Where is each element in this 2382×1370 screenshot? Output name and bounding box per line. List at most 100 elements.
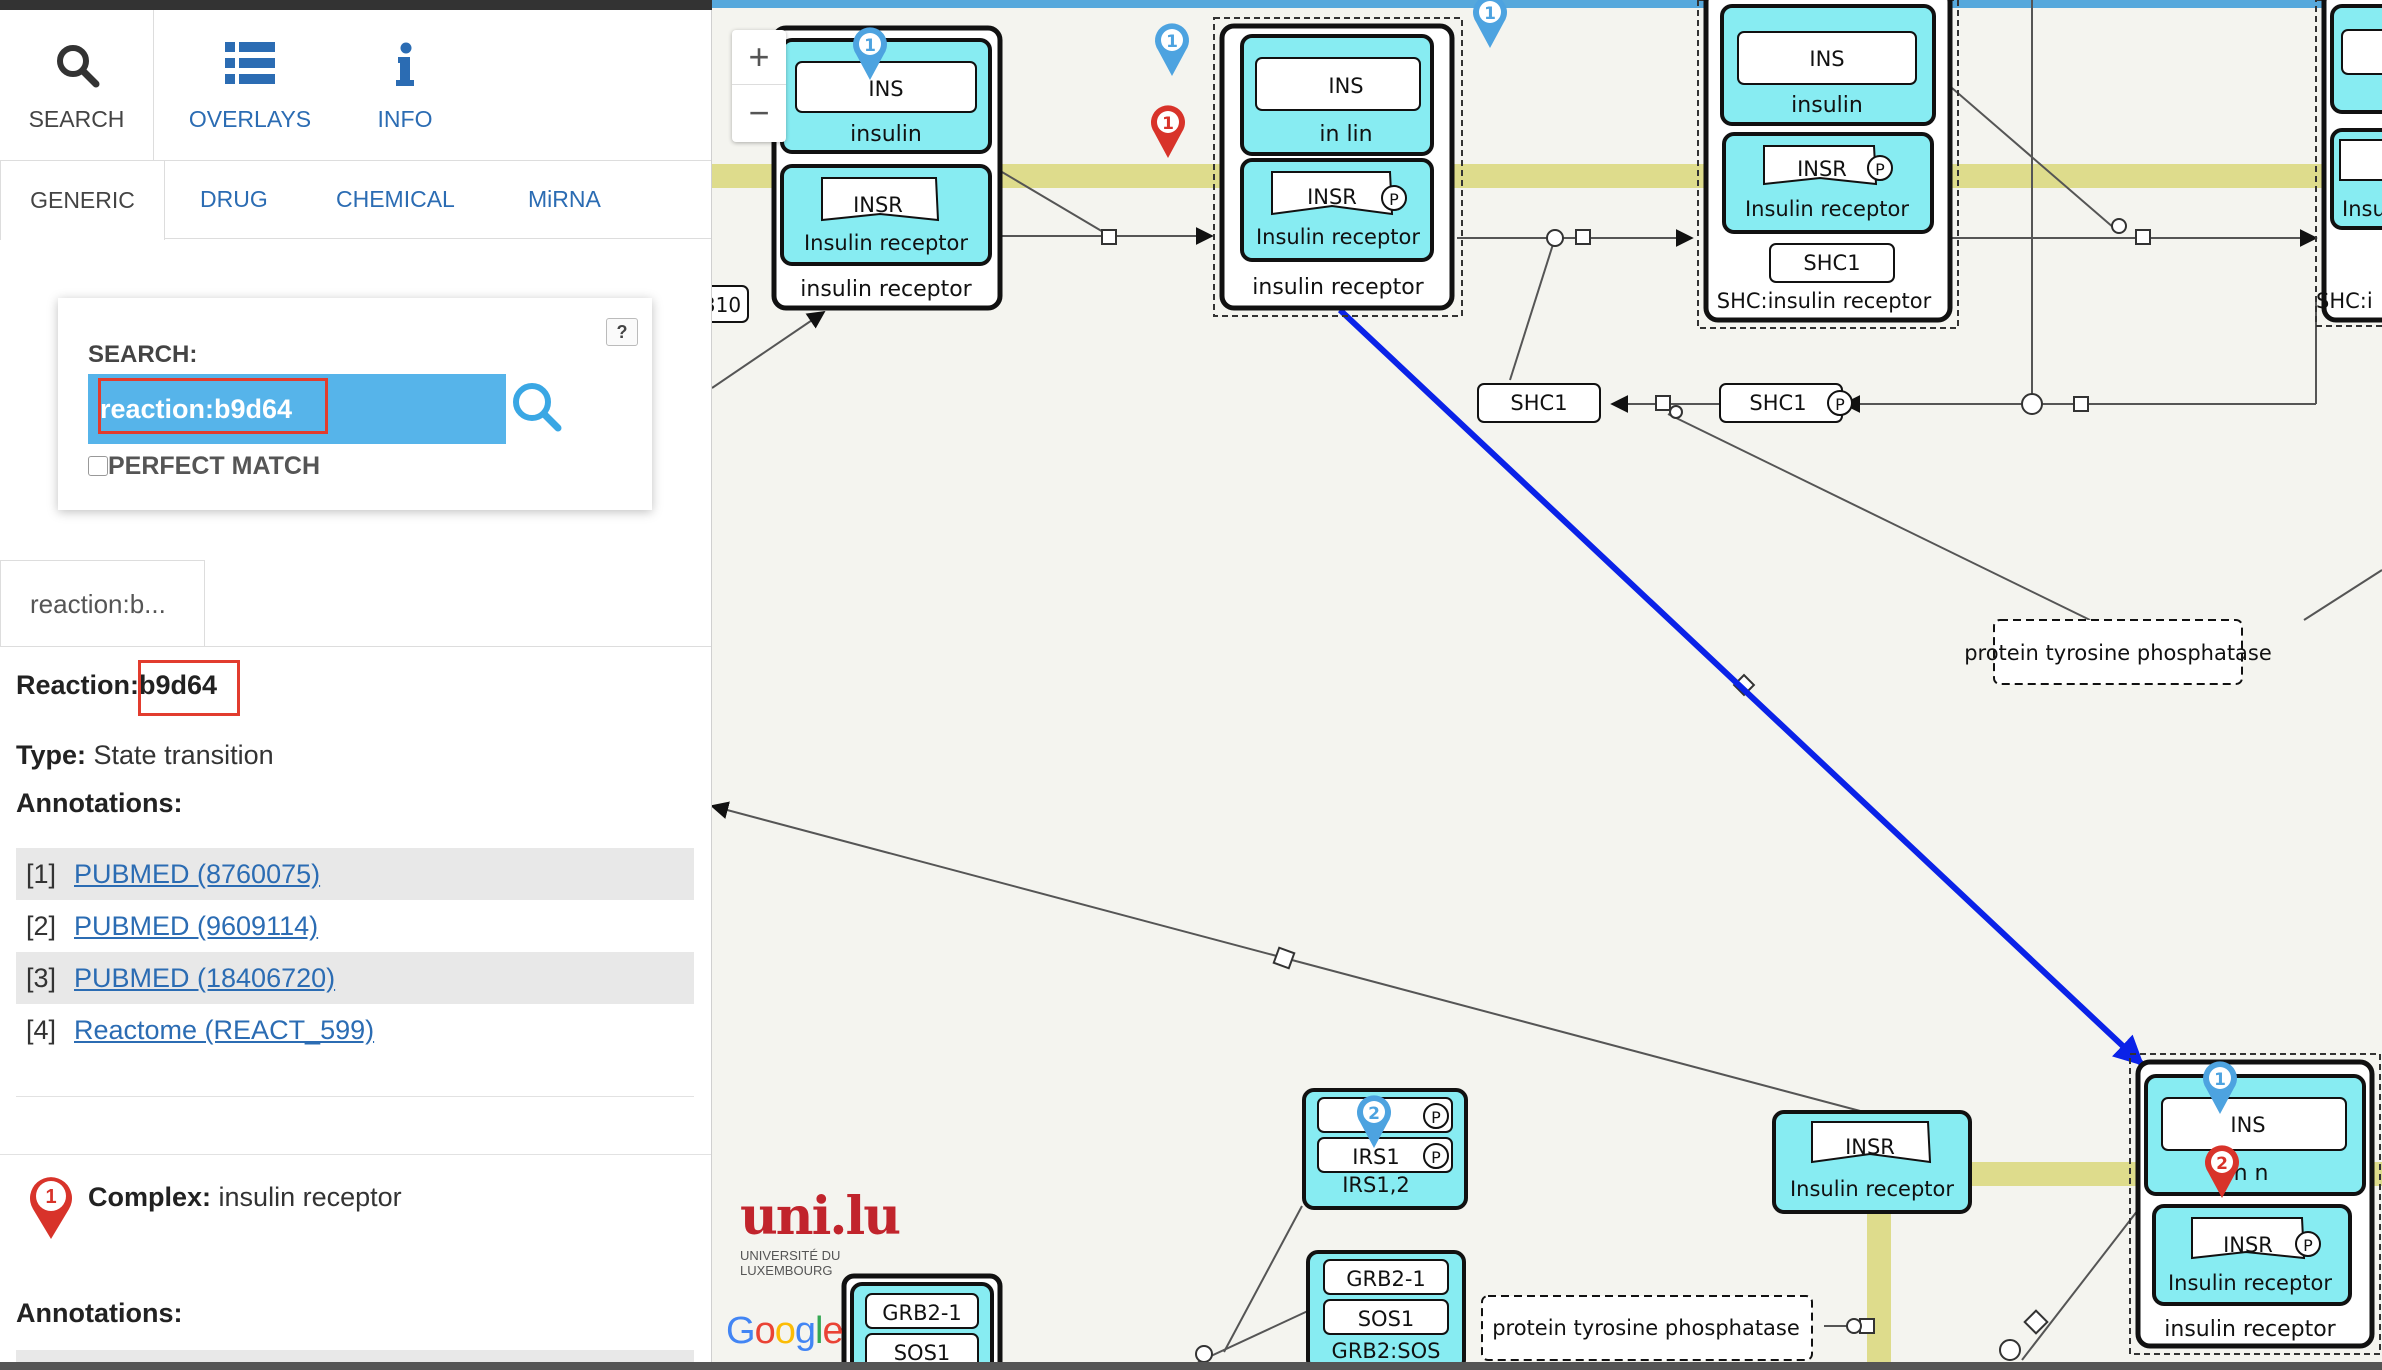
svg-text:IRS1,2: IRS1,2	[1342, 1173, 1410, 1197]
bottom-strip	[0, 1362, 2382, 1370]
node-310[interactable]: 310	[712, 285, 749, 323]
svg-text:SHC1: SHC1	[1803, 251, 1860, 275]
annotation-row: [3] PUBMED (18406720)	[16, 952, 694, 1004]
info-icon	[396, 42, 414, 86]
svg-text:Insulin receptor: Insulin receptor	[1745, 197, 1909, 221]
svg-text:P: P	[1431, 1108, 1441, 1127]
ptp-node[interactable]: protein tyrosine phosphatase	[1481, 1295, 1813, 1361]
svg-text:310: 310	[712, 293, 741, 317]
result-separator	[0, 1154, 711, 1155]
zoom-in-button[interactable]: +	[732, 30, 786, 85]
complex-shc-insulin-receptor-partial[interactable]: Insu SHC:i	[2315, 0, 2382, 327]
highlighted-reaction[interactable]	[1337, 307, 2145, 1067]
svg-text:SHC:insulin receptor: SHC:insulin receptor	[1717, 289, 1932, 313]
svg-text:INS: INS	[1809, 47, 1844, 71]
help-button[interactable]: ?	[606, 318, 638, 346]
result-tab[interactable]: reaction:b...	[0, 560, 205, 646]
svg-text:INSR: INSR	[2223, 1233, 2273, 1257]
search-marker-pin[interactable]: 1	[1151, 105, 1185, 158]
query-highlight	[98, 378, 328, 434]
subtab-generic[interactable]: GENERIC	[0, 160, 165, 240]
svg-text:GRB2:SOS: GRB2:SOS	[1332, 1339, 1441, 1363]
svg-text:1: 1	[1162, 114, 1174, 134]
svg-text:INS: INS	[1328, 74, 1363, 98]
subtab-mirna[interactable]: MiRNA	[518, 160, 611, 238]
svg-text:Insulin receptor: Insulin receptor	[804, 231, 968, 255]
svg-text:SHC1: SHC1	[1510, 391, 1567, 415]
complex-label: Complex:	[88, 1182, 212, 1212]
annotation-link[interactable]: Reactome (REACT_599)	[74, 1004, 374, 1056]
google-logo: Google	[726, 1310, 844, 1352]
uni-lu-logo-subtitle: UNIVERSITÉ DU LUXEMBOURG	[740, 1248, 840, 1278]
reaction-type: Type: State transition	[16, 740, 274, 771]
annotation-link[interactable]: PUBMED (9609114)	[74, 900, 318, 952]
annotations-heading-2: Annotations:	[16, 1298, 183, 1328]
grb2-sos-node[interactable]: GRB2-1 SOS1 GRB2:SOS	[1306, 1250, 1466, 1370]
svg-text:INSR: INSR	[1307, 185, 1357, 209]
shc1-phospho-node[interactable]: SHC1 P	[1719, 383, 1853, 423]
sub-tabs: GENERIC DRUG CHEMICAL MiRNA	[0, 160, 711, 240]
svg-text:INSR: INSR	[853, 193, 903, 217]
svg-text:insulin receptor: insulin receptor	[2164, 1317, 2336, 1342]
svg-text:protein tyrosine phosphatase: protein tyrosine phosphatase	[1964, 641, 2272, 665]
shc1-node[interactable]: SHC1	[1477, 383, 1601, 423]
perfect-match-checkbox[interactable]	[88, 456, 108, 476]
svg-text:insulin receptor: insulin receptor	[1252, 275, 1424, 300]
svg-text:2: 2	[1368, 1104, 1380, 1124]
subtab-drug[interactable]: DRUG	[190, 160, 278, 238]
main-tabs: SEARCH OVERLAYS INFO	[0, 10, 711, 162]
grb2-sos-node-2[interactable]: GRB2-1 SOS1	[841, 1273, 1003, 1370]
search-marker-pin[interactable]: 1	[1473, 0, 1507, 48]
tab-overlays-label: OVERLAYS	[188, 106, 312, 132]
svg-text:Insulin receptor: Insulin receptor	[2168, 1271, 2332, 1295]
zoom-control: + −	[732, 30, 786, 142]
tab-search-label: SEARCH	[28, 106, 125, 132]
annotation-row: [4] Reactome (REACT_599)	[16, 1004, 694, 1056]
svg-text:P: P	[1389, 190, 1399, 209]
insr-node[interactable]: INSR Insulin receptor	[1772, 1110, 1972, 1214]
result-divider	[0, 646, 711, 647]
svg-text:insulin receptor: insulin receptor	[800, 277, 972, 302]
window-top-bar	[0, 0, 712, 10]
tab-info[interactable]: INFO	[350, 10, 460, 160]
annotation-link[interactable]: PUBMED (18406720)	[74, 952, 335, 1004]
complex-shc-insulin-receptor[interactable]: INS insulin INSR P Insulin receptor SHC1…	[1697, 0, 1959, 329]
complex-insulin-receptor-2[interactable]: INS in lin INSR P Insulin receptor insul…	[1213, 17, 1463, 317]
svg-text:INSR: INSR	[1845, 1135, 1895, 1159]
svg-text:Insulin receptor: Insulin receptor	[1256, 225, 1420, 249]
uni-lu-subtitle-text: UNIVERSITÉ DU LUXEMBOURG	[740, 1248, 841, 1278]
map-canvas[interactable]: 310 INS insulin INSR Insulin receptor in…	[712, 0, 2382, 1370]
list-icon	[225, 42, 275, 84]
complex-insulin-receptor-1[interactable]: INS insulin INSR Insulin receptor insuli…	[771, 25, 1003, 311]
complex-heading: Complex: insulin receptor	[88, 1182, 402, 1213]
svg-text:insulin: insulin	[1791, 93, 1863, 118]
search-box: SEARCH: ? PERFECT MATCH	[58, 298, 652, 510]
search-button[interactable]	[508, 378, 568, 438]
search-icon	[56, 45, 99, 88]
complex-value: insulin receptor	[218, 1182, 402, 1212]
ptp-node[interactable]: protein tyrosine phosphatase	[1964, 619, 2272, 685]
pathway-map[interactable]: 310 INS insulin INSR Insulin receptor in…	[712, 0, 2382, 1370]
complex-marker-icon[interactable]: 1	[28, 1173, 74, 1241]
zoom-out-button[interactable]: −	[732, 86, 786, 140]
annotation-link[interactable]: PUBMED (8760075)	[74, 848, 320, 900]
svg-text:SHC1: SHC1	[1749, 391, 1806, 415]
svg-text:1: 1	[1484, 4, 1496, 24]
complex-insulin-receptor-3[interactable]: INS in n INSR P Insulin receptor insulin…	[2129, 1053, 2381, 1355]
tab-search[interactable]: SEARCH	[0, 10, 154, 162]
svg-text:1: 1	[45, 1186, 56, 1208]
svg-text:P: P	[1835, 395, 1845, 414]
search-label: SEARCH:	[88, 341, 198, 368]
svg-text:insulin: insulin	[850, 122, 922, 147]
subtab-chemical[interactable]: CHEMICAL	[326, 160, 465, 238]
svg-text:1: 1	[2214, 1070, 2226, 1090]
reaction-label: Reaction:	[16, 670, 140, 700]
tab-overlays[interactable]: OVERLAYS	[170, 10, 330, 160]
svg-text:protein tyrosine phosphatase: protein tyrosine phosphatase	[1492, 1316, 1800, 1340]
svg-text:in lin: in lin	[1319, 122, 1372, 147]
search-marker-pin[interactable]: 1	[1155, 23, 1189, 76]
type-value: State transition	[93, 740, 274, 770]
reaction-nodes	[1101, 218, 2151, 1363]
svg-text:SHC:i: SHC:i	[2316, 289, 2373, 313]
type-label: Type:	[16, 740, 87, 770]
